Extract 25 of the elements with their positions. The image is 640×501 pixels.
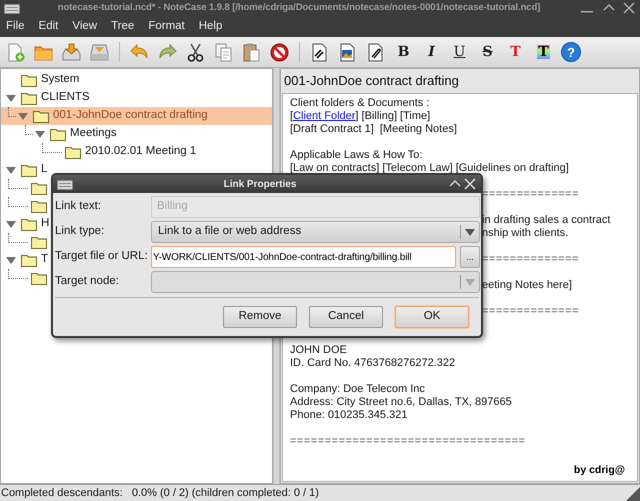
field-label: Link text:	[54, 199, 102, 214]
note-text: [Law on contracts] [Telecom Law] [Guidelines on drafting]	[290, 162, 570, 175]
note-text: ID. Card No. 4763768276272.322	[290, 357, 456, 370]
note-text: eeting Notes here]	[482, 279, 572, 291]
text-rule: ==============	[482, 188, 579, 200]
note-text: Phone: 010235.345.321	[290, 409, 408, 422]
text-rule: ==================================	[290, 435, 526, 447]
note-text: Company: Doe Telecom Inc	[290, 383, 426, 396]
note-text: Applicable Laws & How To:	[290, 149, 424, 162]
field-label: Target node:	[54, 274, 120, 290]
field-label: Target file or URL:	[54, 249, 149, 264]
status-text: Completed descendants: 0.0% (0 / 2) (children completed: 0 / 1)	[0, 486, 319, 501]
text-rule: ==============	[482, 253, 579, 265]
note-text: nship with clients.	[482, 227, 568, 239]
note-text: [Draft Contract 1] [Meeting Notes]	[290, 123, 458, 136]
note-text: Address: City Street no.6, Dallas, TX, 897665	[290, 396, 513, 409]
note-text: [Client Folder] [Billing] [Time]	[290, 110, 432, 123]
note-text: JOHN DOE	[290, 344, 348, 357]
note-text: Client folders & Documents :	[290, 97, 430, 110]
field-label: Link type:	[54, 224, 106, 240]
dialog-title: Link Properties	[224, 178, 296, 192]
text-rule: ==============	[482, 305, 579, 317]
signature: by cdrig@	[574, 463, 625, 478]
note-title: 001-JohnDoe contract drafting	[283, 72, 460, 90]
window-title: notecase-tutorial.ncd* - NoteCase 1.9.8 [/home/cdriga/Documents/notecase/notes-0001/notecase-tutorial.ncd]	[56, 0, 542, 15]
